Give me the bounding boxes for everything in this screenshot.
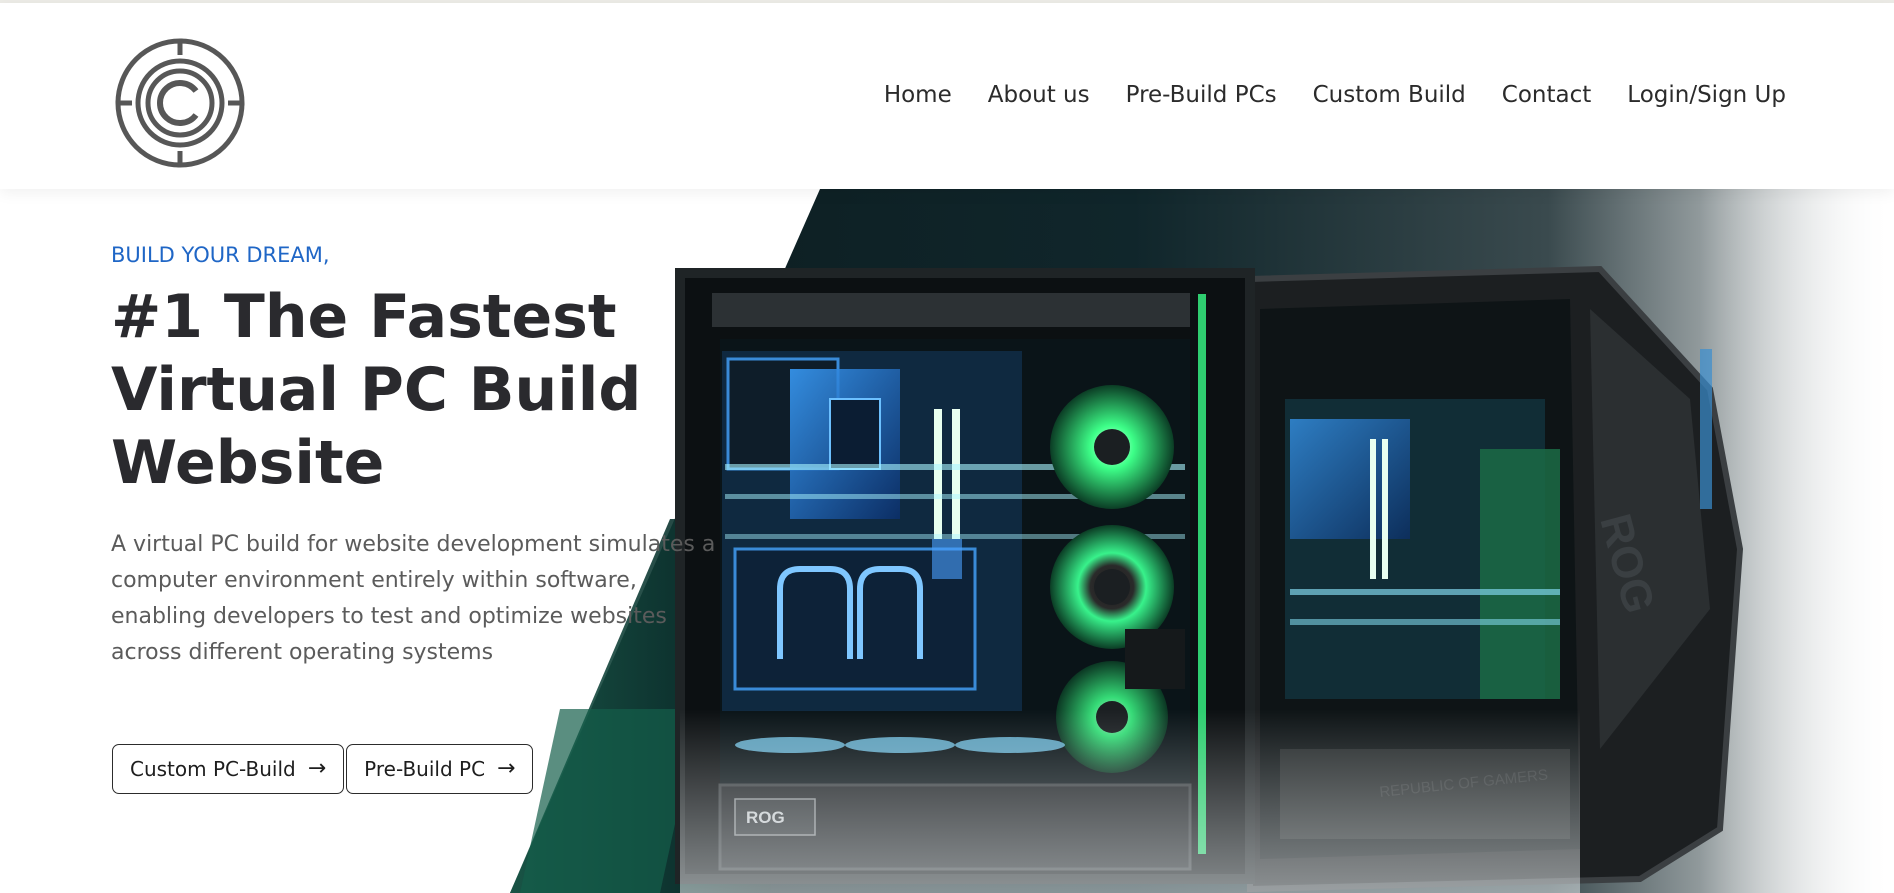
hero-title: #1 The Fastest Virtual PC Build Website <box>111 282 642 498</box>
nav-about-us[interactable]: About us <box>988 82 1090 108</box>
nav-custom-build[interactable]: Custom Build <box>1313 82 1466 108</box>
nav-login-signup[interactable]: Login/Sign Up <box>1627 82 1786 108</box>
nav-contact[interactable]: Contact <box>1502 82 1591 108</box>
hero-description: A virtual PC build for website developme… <box>111 532 716 665</box>
nav-pre-build-pcs[interactable]: Pre-Build PCs <box>1126 82 1277 108</box>
c-circle-logo-icon[interactable] <box>110 33 250 173</box>
hero-buttons: Custom PC-Build → Pre-Build PC → <box>112 744 534 794</box>
custom-pc-build-button[interactable]: Custom PC-Build → <box>112 744 345 794</box>
main-nav: Home About us Pre-Build PCs Custom Build… <box>884 82 1786 108</box>
pre-build-pc-label: Pre-Build PC <box>364 757 486 781</box>
nav-home[interactable]: Home <box>884 82 952 108</box>
arrow-right-icon: → <box>307 756 327 781</box>
hero-section: ROG REPUBLIC OF GAMERS <box>0 189 1894 893</box>
custom-pc-build-label: Custom PC-Build <box>130 757 296 781</box>
arrow-right-icon: → <box>497 756 516 781</box>
site-header: Home About us Pre-Build PCs Custom Build… <box>0 3 1894 189</box>
hero-eyebrow: BUILD YOUR DREAM, <box>111 243 330 267</box>
pre-build-pc-button[interactable]: Pre-Build PC → <box>346 744 534 794</box>
